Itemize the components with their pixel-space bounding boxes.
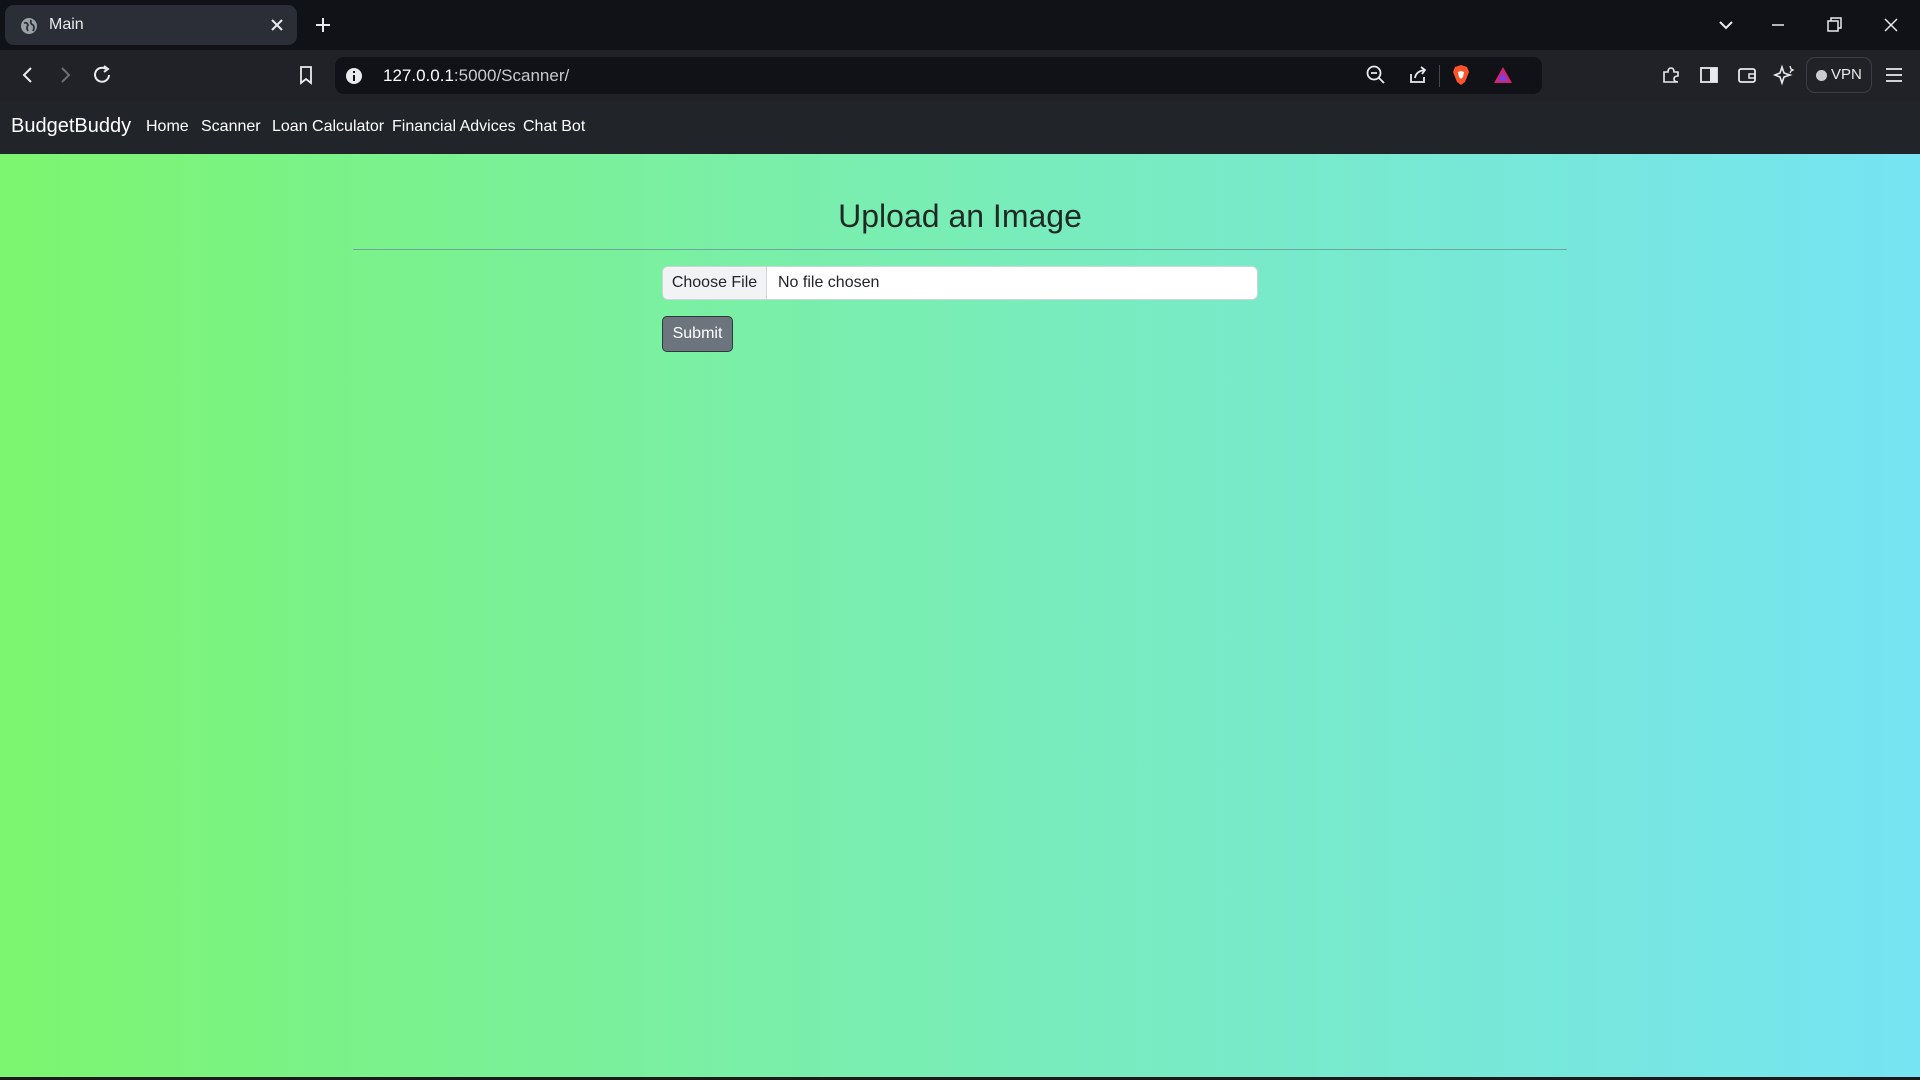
vpn-label: VPN <box>1831 66 1862 83</box>
reload-icon[interactable] <box>90 63 114 87</box>
minimize-icon[interactable] <box>1768 15 1788 35</box>
heading-divider <box>353 249 1567 250</box>
vpn-button[interactable]: VPN <box>1806 57 1872 93</box>
nav-link-scanner[interactable]: Scanner <box>201 118 261 136</box>
wallet-icon[interactable] <box>1735 63 1759 87</box>
extensions-icon[interactable] <box>1659 63 1683 87</box>
omnibox-divider <box>1439 65 1440 87</box>
browser-tab[interactable]: Main <box>5 5 297 45</box>
file-upload-input[interactable]: Choose File No file chosen <box>662 266 1258 300</box>
back-icon[interactable] <box>16 63 40 87</box>
url-path: :5000/Scanner/ <box>453 66 570 85</box>
nav-link-chat-bot[interactable]: Chat Bot <box>523 118 585 136</box>
url-text: 127.0.0.1:5000/Scanner/ <box>383 66 569 86</box>
forward-icon[interactable] <box>53 63 77 87</box>
nav-link-home[interactable]: Home <box>146 118 189 136</box>
brave-shields-icon[interactable] <box>1449 63 1473 87</box>
share-icon[interactable] <box>1406 63 1430 87</box>
nav-link-loan-calculator[interactable]: Loan Calculator <box>272 118 384 136</box>
brave-rewards-icon[interactable] <box>1491 63 1515 87</box>
submit-button[interactable]: Submit <box>662 316 733 352</box>
brand-logo[interactable]: BudgetBuddy <box>11 115 131 138</box>
site-info-icon[interactable] <box>345 67 363 85</box>
restore-icon[interactable] <box>1824 15 1844 35</box>
site-navbar: BudgetBuddy Home Scanner Loan Calculator… <box>0 101 1920 154</box>
browser-tab-strip: Main <box>0 0 1920 50</box>
globe-icon <box>21 18 37 34</box>
page-title: Upload an Image <box>838 198 1082 234</box>
nav-link-financial-advices[interactable]: Financial Advices <box>392 118 516 136</box>
tab-search-chevron-icon[interactable] <box>1716 15 1736 35</box>
sidebar-icon[interactable] <box>1697 63 1721 87</box>
tab-title: Main <box>49 16 84 33</box>
new-tab-icon[interactable] <box>313 15 333 35</box>
close-window-icon[interactable] <box>1881 15 1901 35</box>
leo-ai-icon[interactable] <box>1772 63 1796 87</box>
vpn-status-dot <box>1816 70 1827 81</box>
choose-file-button[interactable]: Choose File <box>663 267 767 299</box>
zoom-icon[interactable] <box>1364 63 1388 87</box>
main-content: Upload an Image Choose File No file chos… <box>0 154 1920 1077</box>
file-status-text: No file chosen <box>778 274 880 291</box>
address-bar[interactable]: 127.0.0.1:5000/Scanner/ <box>335 57 1542 94</box>
browser-toolbar: 127.0.0.1:5000/Scanner/ VPN <box>0 50 1920 101</box>
bookmark-icon[interactable] <box>294 63 318 87</box>
url-host: 127.0.0.1 <box>383 66 454 85</box>
menu-icon[interactable] <box>1882 63 1906 87</box>
close-tab-icon[interactable] <box>268 16 286 34</box>
